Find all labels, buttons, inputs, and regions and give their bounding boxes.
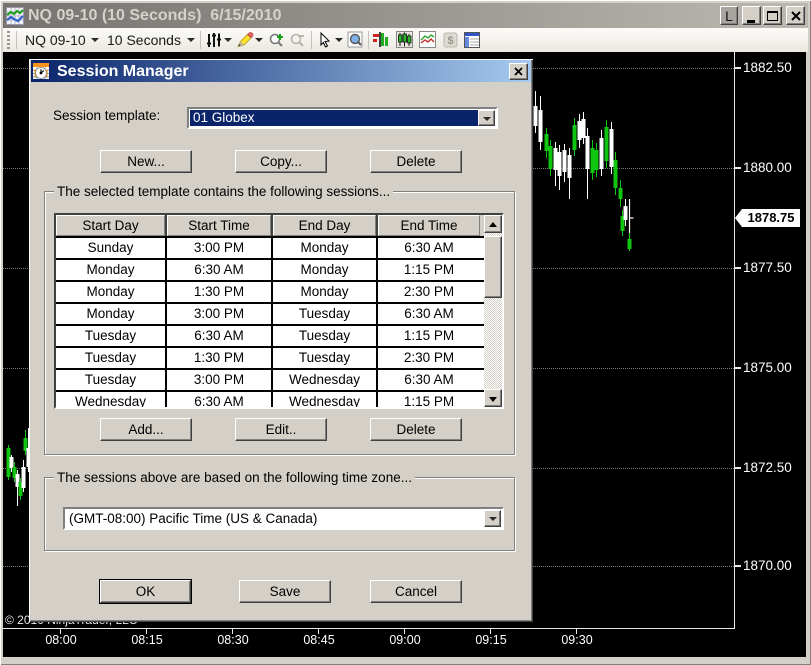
- svg-text:$: $: [447, 35, 453, 47]
